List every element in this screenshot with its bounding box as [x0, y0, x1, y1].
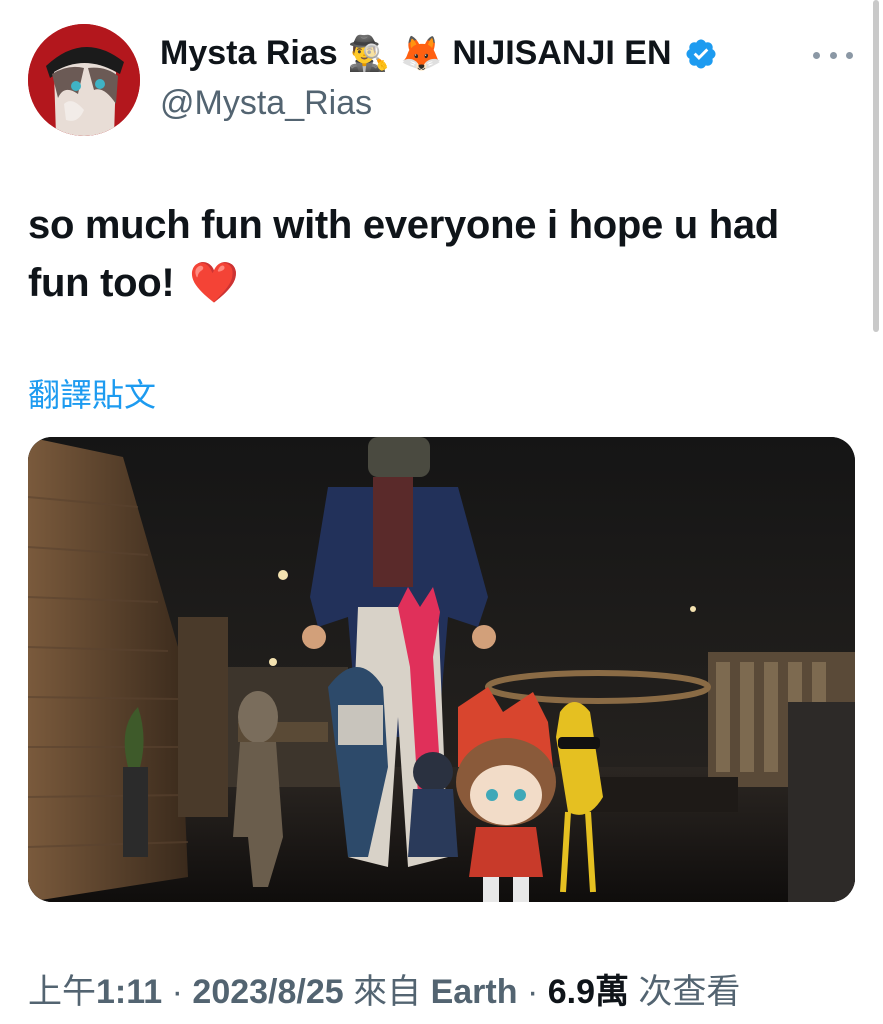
source-prefix: 來自 — [343, 973, 431, 1011]
tweet-text: so much fun with everyone i hope u had f… — [28, 196, 848, 312]
separator: · — [517, 973, 548, 1011]
dot — [829, 51, 837, 59]
time[interactable]: 1:11 — [96, 973, 162, 1011]
detective-emoji: 🕵️‍♂️ — [347, 34, 390, 73]
dot — [813, 51, 820, 59]
fox-emoji: 🦊 — [399, 34, 443, 73]
display-name[interactable]: Mysta Rias — [160, 34, 338, 73]
avatar[interactable] — [28, 24, 140, 136]
verified-badge-icon — [685, 38, 716, 69]
affiliation: NIJISANJI EN — [452, 34, 672, 72]
date[interactable]: 2023/8/25 — [192, 973, 343, 1011]
tweet-body: so much fun with everyone i hope u had f… — [28, 203, 779, 305]
views-count[interactable]: 6.9萬 — [548, 973, 629, 1011]
views-label: 次查看 — [628, 973, 741, 1011]
time-prefix: 上午 — [28, 973, 96, 1011]
author-name-row[interactable]: Mysta Rias 🕵️‍♂️ 🦊 NIJISANJI EN — [160, 34, 718, 73]
source: Earth — [430, 973, 518, 1011]
scrollbar[interactable] — [873, 0, 879, 332]
more-options-icon[interactable] — [813, 40, 853, 70]
tweet-meta: 上午1:11 · 2023/8/25 來自 Earth · 6.9萬 次查看 — [28, 964, 740, 1013]
heart-emoji: ❤️ — [189, 261, 239, 305]
tweet-detail: Mysta Rias 🕵️‍♂️ 🦊 NIJISANJI EN @Mysta_R… — [0, 0, 883, 1024]
dot — [846, 51, 853, 59]
author-handle[interactable]: @Mysta_Rias — [160, 84, 372, 123]
tweet-media-image[interactable] — [28, 437, 855, 902]
translate-link[interactable]: 翻譯貼文 — [28, 370, 156, 416]
separator: · — [162, 973, 193, 1011]
